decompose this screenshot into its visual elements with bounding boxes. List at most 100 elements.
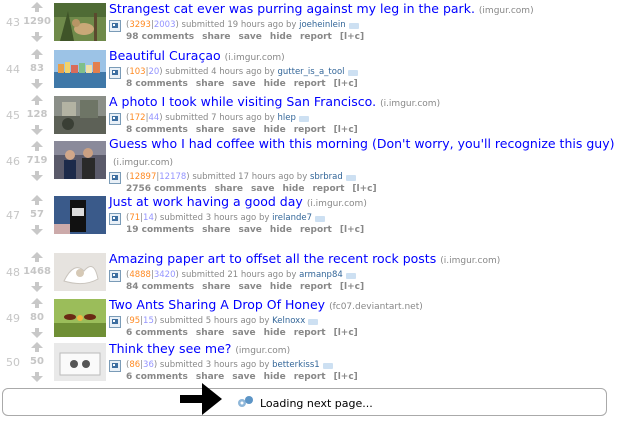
upvote-arrow-icon[interactable] (31, 141, 43, 151)
expando-image-button[interactable] (109, 359, 121, 372)
loading-next-page-bar[interactable]: Loading next page... (2, 388, 607, 416)
expando-image-button[interactable] (109, 66, 121, 79)
expando-image-button[interactable] (109, 112, 121, 125)
post-title-link[interactable]: Two Ants Sharing A Drop Of Honey (109, 297, 325, 312)
user-tag-icon[interactable] (345, 174, 356, 181)
post-title-link[interactable]: A photo I took while visiting San Franci… (109, 94, 376, 109)
save-button[interactable]: save (232, 125, 255, 135)
expando-image-button[interactable] (109, 19, 121, 32)
share-button[interactable]: share (202, 282, 230, 292)
author-link[interactable]: hlep (278, 113, 296, 124)
post-thumbnail[interactable] (54, 343, 106, 381)
user-tag-icon[interactable] (322, 362, 333, 369)
report-button[interactable]: report (294, 328, 326, 338)
user-tag-icon[interactable] (345, 272, 356, 279)
downvote-arrow-icon[interactable] (31, 32, 43, 42)
link-comments-button[interactable]: [l+c] (340, 32, 364, 42)
upvote-arrow-icon[interactable] (31, 252, 43, 262)
downvote-arrow-icon[interactable] (31, 328, 43, 338)
upvote-arrow-icon[interactable] (31, 298, 43, 308)
hide-button[interactable]: hide (270, 225, 292, 235)
upvote-arrow-icon[interactable] (31, 49, 43, 59)
author-link[interactable]: joeheinlein (299, 20, 346, 31)
link-comments-button[interactable]: [l+c] (340, 225, 364, 235)
comments-link[interactable]: 8 comments (126, 79, 188, 89)
author-link[interactable]: betterkiss1 (272, 360, 320, 371)
hide-button[interactable]: hide (270, 282, 292, 292)
expando-image-button[interactable] (109, 171, 121, 184)
downvote-arrow-icon[interactable] (31, 79, 43, 89)
share-button[interactable]: share (202, 32, 230, 42)
post-thumbnail[interactable] (54, 141, 106, 179)
link-comments-button[interactable]: [l+c] (340, 282, 364, 292)
upvote-arrow-icon[interactable] (31, 2, 43, 12)
downvote-arrow-icon[interactable] (31, 171, 43, 181)
upvote-arrow-icon[interactable] (31, 342, 43, 352)
post-domain[interactable]: (i.imgur.com) (380, 99, 440, 109)
user-tag-icon[interactable] (348, 22, 359, 29)
post-title-link[interactable]: Strangest cat ever was purring against m… (109, 1, 475, 16)
hide-button[interactable]: hide (264, 328, 286, 338)
save-button[interactable]: save (239, 282, 262, 292)
comments-link[interactable]: 98 comments (126, 32, 194, 42)
post-thumbnail[interactable] (54, 50, 106, 88)
comments-link[interactable]: 19 comments (126, 225, 194, 235)
post-title-link[interactable]: Think they see me? (109, 341, 231, 356)
comments-link[interactable]: 84 comments (126, 282, 194, 292)
report-button[interactable]: report (300, 282, 332, 292)
expando-image-button[interactable] (109, 315, 121, 328)
hide-button[interactable]: hide (264, 79, 286, 89)
report-button[interactable]: report (294, 372, 326, 382)
link-comments-button[interactable]: [l+c] (334, 328, 358, 338)
author-link[interactable]: Kelnoxx (272, 316, 305, 327)
user-tag-icon[interactable] (347, 69, 358, 76)
report-button[interactable]: report (300, 225, 332, 235)
save-button[interactable]: save (232, 79, 255, 89)
author-link[interactable]: sbrbrad (310, 172, 343, 183)
save-button[interactable]: save (239, 32, 262, 42)
post-thumbnail[interactable] (54, 253, 106, 291)
downvote-arrow-icon[interactable] (31, 225, 43, 235)
save-button[interactable]: save (232, 328, 255, 338)
link-comments-button[interactable]: [l+c] (334, 125, 358, 135)
post-thumbnail[interactable] (54, 96, 106, 134)
user-tag-icon[interactable] (308, 318, 319, 325)
post-domain[interactable]: (fc07.deviantart.net) (329, 302, 423, 312)
comments-link[interactable]: 6 comments (126, 328, 188, 338)
user-tag-icon[interactable] (314, 215, 325, 222)
hide-button[interactable]: hide (270, 32, 292, 42)
post-thumbnail[interactable] (54, 299, 106, 337)
share-button[interactable]: share (196, 125, 224, 135)
share-button[interactable]: share (196, 79, 224, 89)
post-domain[interactable]: (imgur.com) (235, 346, 290, 356)
downvote-arrow-icon[interactable] (31, 372, 43, 382)
report-button[interactable]: report (294, 125, 326, 135)
comments-link[interactable]: 8 comments (126, 125, 188, 135)
expando-image-button[interactable] (109, 212, 121, 225)
post-domain[interactable]: (imgur.com) (479, 6, 534, 16)
expando-image-button[interactable] (109, 269, 121, 282)
post-title-link[interactable]: Just at work having a good day (109, 194, 303, 209)
post-title-link[interactable]: Amazing paper art to offset all the rece… (109, 251, 436, 266)
upvote-arrow-icon[interactable] (31, 195, 43, 205)
post-title-link[interactable]: Beautiful Curaçao (109, 48, 221, 63)
hide-button[interactable]: hide (264, 372, 286, 382)
post-thumbnail[interactable] (54, 3, 106, 41)
share-button[interactable]: share (196, 328, 224, 338)
save-button[interactable]: save (232, 372, 255, 382)
downvote-arrow-icon[interactable] (31, 282, 43, 292)
hide-button[interactable]: hide (264, 125, 286, 135)
post-domain[interactable]: (i.imgur.com) (307, 199, 367, 209)
upvote-arrow-icon[interactable] (31, 95, 43, 105)
author-link[interactable]: armanp84 (299, 270, 343, 281)
post-domain[interactable]: (i.imgur.com) (225, 53, 285, 63)
share-button[interactable]: share (202, 225, 230, 235)
save-button[interactable]: save (239, 225, 262, 235)
link-comments-button[interactable]: [l+c] (334, 79, 358, 89)
author-link[interactable]: irelande7 (272, 213, 312, 224)
user-tag-icon[interactable] (298, 115, 309, 122)
post-thumbnail[interactable] (54, 196, 106, 234)
post-domain[interactable]: (i.imgur.com) (113, 158, 173, 168)
post-domain[interactable]: (i.imgur.com) (440, 256, 500, 266)
author-link[interactable]: gutter_is_a_tool (278, 67, 345, 78)
